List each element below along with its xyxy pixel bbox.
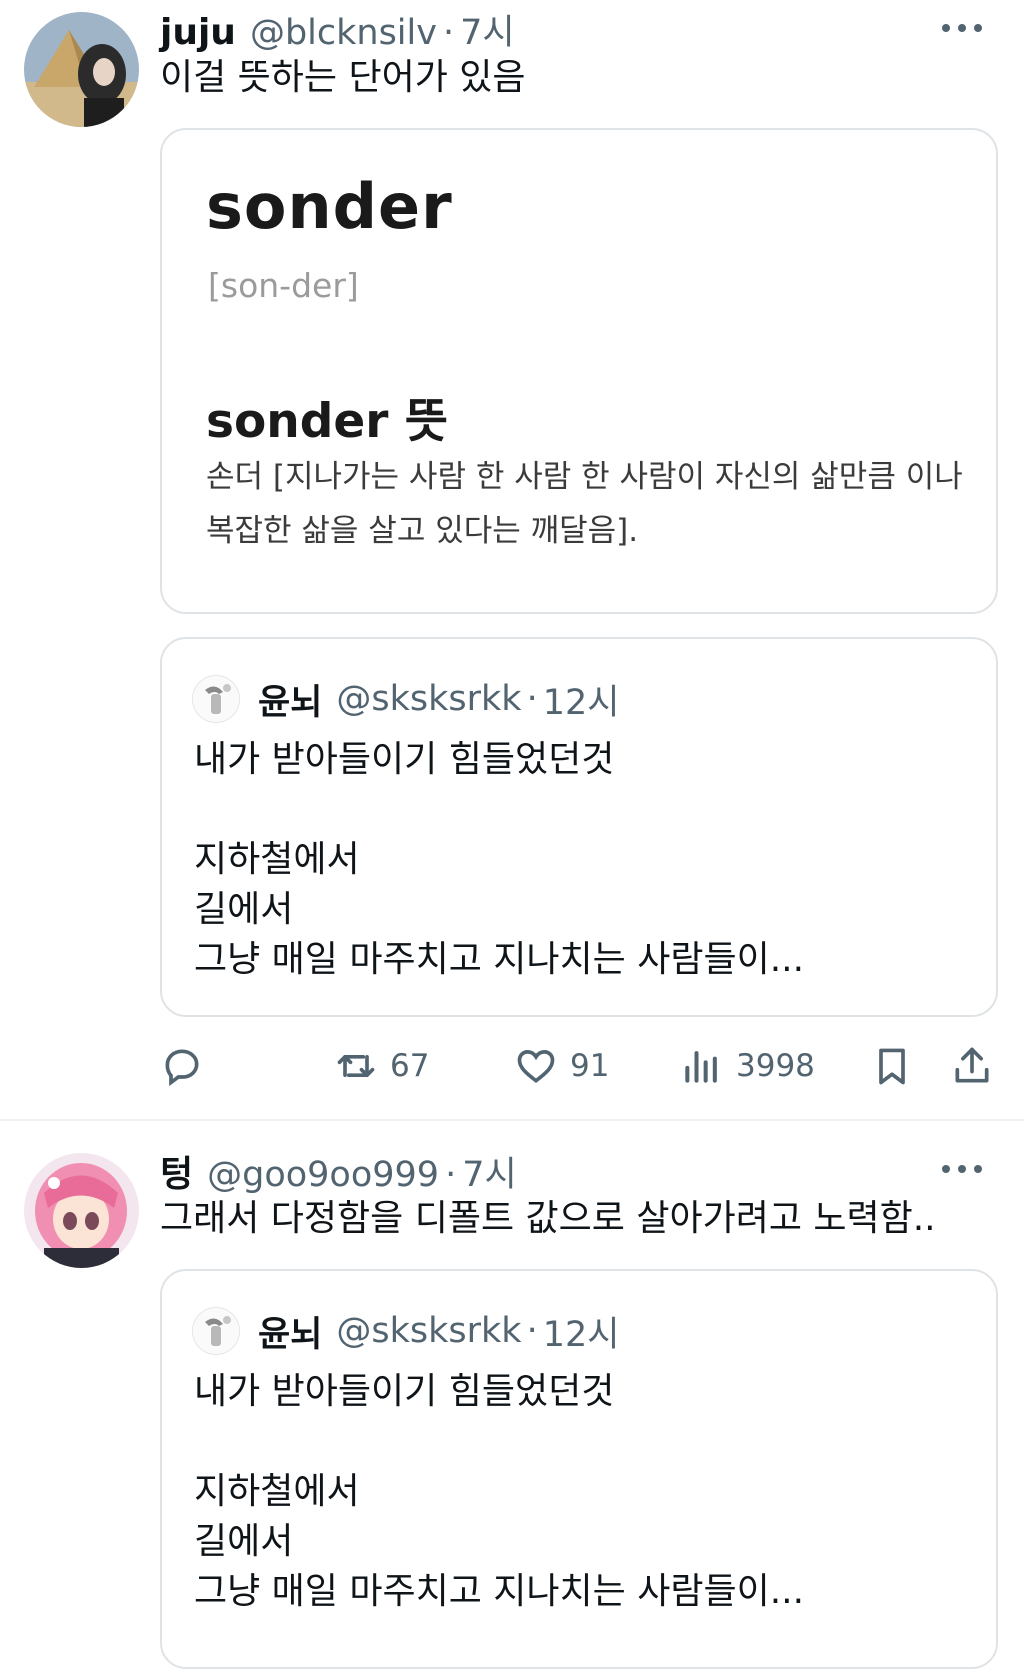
definition-pronunciation: [son-der] xyxy=(208,266,359,305)
reply-icon xyxy=(165,1049,199,1087)
more-icon[interactable] xyxy=(942,1165,982,1177)
quote-header: 윤뇌 @sksksrkk · 12시 xyxy=(192,1305,619,1357)
definition-text: 손더 [지나가는 사람 한 사람 한 사람이 자신의 삶만큼 이나 복잡한 삶을… xyxy=(206,459,963,549)
quote-header: 윤뇌 @sksksrkk · 12시 xyxy=(192,673,619,725)
quote-author-handle: @sksksrkk xyxy=(336,679,522,719)
definition-image[interactable]: sonder [son-der] sonder 뜻 손더 [지나가는 사람 한 … xyxy=(160,128,998,614)
separator: · xyxy=(442,13,455,53)
retweet-button[interactable]: 67 xyxy=(334,1036,429,1096)
retweet-icon xyxy=(337,1055,375,1077)
separator: · xyxy=(526,1311,538,1351)
quote-avatar xyxy=(192,675,240,723)
tweet-header: juju @blcknsilv · 7시 xyxy=(160,4,515,53)
quote-line: 지하철에서 xyxy=(194,1471,360,1512)
quote-line xyxy=(194,1417,804,1467)
views-icon xyxy=(685,1051,717,1083)
quote-line: 길에서 xyxy=(194,889,294,930)
like-count: 91 xyxy=(570,1048,610,1084)
quote-avatar xyxy=(192,1307,240,1355)
quote-text: 내가 받아들이기 힘들었던것 지하철에서 길에서 그냥 매일 마주치고 지나치는… xyxy=(194,1367,804,1617)
quote-timestamp: 12시 xyxy=(542,1314,620,1355)
timestamp[interactable]: 7시 xyxy=(462,1146,516,1197)
definition-word: sonder xyxy=(206,170,453,243)
author-name[interactable]: juju xyxy=(160,12,236,53)
definition-heading: sonder 뜻 xyxy=(206,394,449,449)
quote-line: 길에서 xyxy=(194,1521,294,1562)
quote-line: 내가 받아들이기 힘들었던것 xyxy=(194,739,615,780)
author-handle[interactable]: @blcknsilv xyxy=(250,13,437,53)
like-icon xyxy=(517,1050,555,1083)
views-count: 3998 xyxy=(736,1048,815,1084)
timestamp[interactable]: 7시 xyxy=(460,4,514,55)
like-button[interactable]: 91 xyxy=(514,1036,609,1096)
author-handle[interactable]: @goo9oo999 xyxy=(207,1155,439,1195)
tweet-text: 그래서 다정함을 디폴트 값으로 살아가려고 노력함.. xyxy=(160,1198,936,1239)
bookmark-icon xyxy=(879,1048,905,1085)
quoted-tweet[interactable]: 윤뇌 @sksksrkk · 12시 내가 받아들이기 힘들었던것 지하철에서 … xyxy=(160,637,998,1017)
views-button[interactable]: 3998 xyxy=(680,1036,815,1096)
author-name[interactable]: 텅 xyxy=(160,1145,193,1197)
quote-line: 내가 받아들이기 힘들었던것 xyxy=(194,1371,615,1412)
bookmark-button[interactable] xyxy=(870,1036,914,1096)
tweet[interactable]: juju @blcknsilv · 7시 이걸 뜻하는 단어가 있음 sonde… xyxy=(0,0,1024,1120)
separator: · xyxy=(445,1155,457,1195)
quote-text: 내가 받아들이기 힘들었던것 지하철에서 길에서 그냥 매일 마주치고 지나치는… xyxy=(194,735,804,985)
quote-timestamp: 12시 xyxy=(542,682,620,723)
quote-line: 그냥 매일 마주치고 지나치는 사람들이... xyxy=(194,1571,805,1612)
avatar[interactable] xyxy=(24,1153,139,1268)
quoted-tweet[interactable]: 윤뇌 @sksksrkk · 12시 내가 받아들이기 힘들었던것 지하철에서 … xyxy=(160,1269,998,1669)
tweet-text: 이걸 뜻하는 단어가 있음 xyxy=(160,57,526,98)
quote-author-name: 윤뇌 xyxy=(258,1314,323,1355)
separator: · xyxy=(526,679,538,719)
retweet-count: 67 xyxy=(390,1048,430,1084)
avatar[interactable] xyxy=(24,12,139,127)
tweet[interactable]: 텅 @goo9oo999 · 7시 그래서 다정함을 디폴트 값으로 살아가려고… xyxy=(0,1121,1024,1669)
quote-line: 지하철에서 xyxy=(194,839,360,880)
quote-line: 그냥 매일 마주치고 지나치는 사람들이... xyxy=(194,939,805,980)
share-icon xyxy=(955,1047,989,1083)
tweet-header: 텅 @goo9oo999 · 7시 xyxy=(160,1145,517,1195)
quote-author-handle: @sksksrkk xyxy=(336,1311,522,1351)
reply-button[interactable] xyxy=(160,1036,204,1096)
quote-author-name: 윤뇌 xyxy=(258,682,323,723)
action-bar: 67 91 3998 xyxy=(160,1036,998,1096)
share-button[interactable] xyxy=(950,1036,994,1096)
quote-line xyxy=(194,785,804,835)
more-icon[interactable] xyxy=(942,24,982,36)
